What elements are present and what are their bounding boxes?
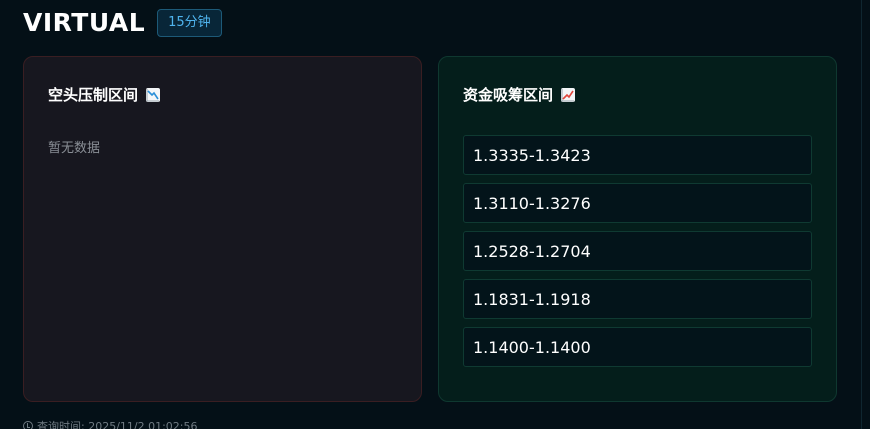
chart-decreasing-icon <box>146 87 161 102</box>
range-item[interactable]: 1.1831-1.1918 <box>463 279 812 319</box>
empty-state-text: 暂无数据 <box>48 141 101 156</box>
chart-increasing-icon <box>561 87 576 102</box>
scrollbar-edge <box>861 0 862 429</box>
short-pressure-title-text: 空头压制区间 <box>48 86 139 104</box>
page: VIRTUAL 15分钟 空头压制区间 暂无数据 资金吸筹区间 1.3335-1… <box>0 0 870 429</box>
range-item[interactable]: 1.3110-1.3276 <box>463 183 812 223</box>
accumulation-title: 资金吸筹区间 <box>463 84 576 105</box>
range-item[interactable]: 1.1400-1.1400 <box>463 327 812 367</box>
interval-badge[interactable]: 15分钟 <box>157 8 222 37</box>
range-list: 1.3335-1.3423 1.3110-1.3276 1.2528-1.270… <box>463 135 812 367</box>
query-time-footer: 查询时间: 2025/11/2 01:02:56 <box>23 418 198 429</box>
short-pressure-title: 空头压制区间 <box>48 84 161 105</box>
page-title: VIRTUAL <box>23 8 146 37</box>
range-item[interactable]: 1.2528-1.2704 <box>463 231 812 271</box>
query-time-text: 查询时间: 2025/11/2 01:02:56 <box>37 420 198 429</box>
header: VIRTUAL 15分钟 <box>23 8 222 37</box>
accumulation-title-text: 资金吸筹区间 <box>463 86 554 104</box>
short-pressure-panel: 空头压制区间 暂无数据 <box>23 56 422 402</box>
accumulation-panel: 资金吸筹区间 1.3335-1.3423 1.3110-1.3276 1.252… <box>438 56 837 402</box>
range-item[interactable]: 1.3335-1.3423 <box>463 135 812 175</box>
clock-icon <box>23 421 33 429</box>
